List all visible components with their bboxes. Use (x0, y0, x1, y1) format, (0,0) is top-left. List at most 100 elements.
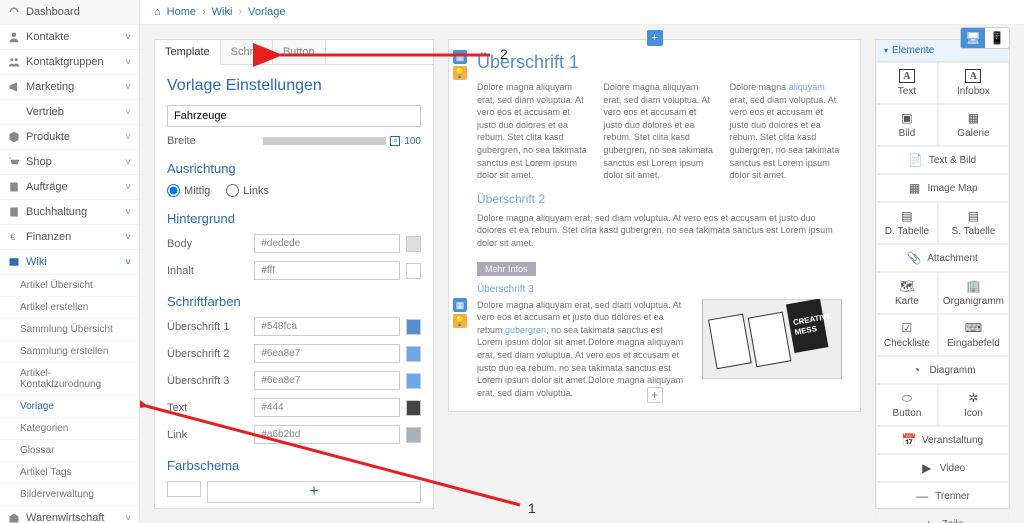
element-s-tabelle[interactable]: ▤S. Tabelle (938, 202, 1009, 244)
inline-link[interactable]: gubergren (505, 325, 546, 335)
element-veranstaltung[interactable]: 📅 Veranstaltung (876, 426, 1009, 454)
scheme-swatch[interactable] (167, 481, 201, 497)
element-bild[interactable]: ▣Bild (876, 104, 938, 146)
element-button[interactable]: ⬭Button (876, 384, 938, 426)
element-label: Bild (899, 128, 916, 139)
user-icon (8, 31, 20, 43)
row-settings-handle[interactable]: 💡 (453, 314, 467, 328)
sidebar-dashboard[interactable]: Dashboard (0, 0, 139, 25)
sub-kategorien[interactable]: Kategorien (0, 418, 139, 440)
sub-artikel-erstellen[interactable]: Artikel erstellen (0, 297, 139, 319)
add-row-bottom[interactable]: + (647, 387, 663, 403)
tab-button[interactable]: Button (273, 40, 326, 64)
element-karte[interactable]: 🗺Karte (876, 272, 938, 314)
element-checkliste[interactable]: ☑Checkliste (876, 314, 938, 356)
color-link-input[interactable] (254, 425, 400, 444)
swatch-body[interactable] (406, 236, 421, 252)
elements-header-label: Elemente (892, 45, 934, 56)
element-label: Video (940, 463, 965, 474)
sub-vorlage[interactable]: Vorlage (0, 396, 139, 418)
sidebar-kontaktgruppen[interactable]: Kontaktgruppen˅ (0, 50, 139, 75)
swatch-text[interactable] (406, 400, 421, 416)
width-slider[interactable]: ▫ 100 (263, 136, 421, 147)
element-icon: 📅 (902, 433, 916, 447)
element-label: Veranstaltung (922, 435, 983, 446)
add-row-top[interactable]: + (647, 30, 663, 46)
element-text-bild[interactable]: 📄Text & Bild (876, 146, 1009, 174)
row-settings-handle[interactable]: 💡 (453, 66, 467, 80)
template-preview: + ▦ 💡 Überschrift 1 Dolore magna aliquya… (448, 39, 861, 412)
sidebar-produkte[interactable]: Produkte˅ (0, 125, 139, 150)
sub-sammlung-uebersicht[interactable]: Sammlung Übersicht (0, 319, 139, 341)
element-icon: ▤ (966, 209, 980, 223)
sidebar-wiki[interactable]: Wiki˅ (0, 250, 139, 275)
bg-body-input[interactable] (254, 234, 400, 253)
swatch-h3[interactable] (406, 373, 421, 389)
swatch-h1[interactable] (406, 319, 421, 335)
gauge-icon (8, 6, 20, 18)
color-text-label: Text (167, 402, 248, 414)
three-column-row: Dolore magna aliquyam erat, sed diam vol… (477, 81, 842, 182)
euro-icon: € (8, 231, 20, 243)
swatch-h2[interactable] (406, 346, 421, 362)
sidebar-auftraege[interactable]: Aufträge ˅ (0, 175, 139, 200)
main-area: ⌂ Home › Wiki › Vorlage 🖥 📱 Template Sch… (140, 0, 1024, 523)
device-mobile[interactable]: 📱 (985, 28, 1009, 48)
element-organigramm[interactable]: 🏢Organigramm (938, 272, 1009, 314)
element-image-map[interactable]: ▦Image Map (876, 174, 1009, 202)
color-h2-input[interactable] (254, 344, 400, 363)
color-h3-label: Überschrift 3 (167, 375, 248, 387)
inline-link[interactable]: aliquyam (789, 82, 825, 92)
template-name-input[interactable] (167, 105, 421, 127)
element-eingabefeld[interactable]: ⌨Eingabefeld (938, 314, 1009, 356)
element-infobox[interactable]: AInfobox (938, 62, 1009, 104)
element-galerie[interactable]: ▦Galerie (938, 104, 1009, 146)
chevron-down-icon: ˅ (125, 257, 131, 268)
element-icon[interactable]: ✲Icon (938, 384, 1009, 426)
row-move-handle[interactable]: ▦ (453, 50, 467, 64)
more-info-button[interactable]: Mehr Infos (477, 262, 536, 276)
tab-schrift[interactable]: Schrift (221, 40, 273, 64)
add-color-scheme[interactable]: + (207, 481, 421, 503)
tab-template[interactable]: Template (155, 40, 221, 65)
chevron-down-icon: ˅ (125, 182, 131, 193)
swatch-inhalt[interactable] (406, 263, 421, 279)
sub-glossar[interactable]: Glossar (0, 440, 139, 462)
sidebar-buchhaltung[interactable]: Buchhaltung˅ (0, 200, 139, 225)
row-move-handle[interactable]: ▦ (453, 298, 467, 312)
sidebar-kontakte[interactable]: Kontakte˅ (0, 25, 139, 50)
home-icon[interactable]: ⌂ (154, 6, 161, 18)
sub-sammlung-erstellen[interactable]: Sammlung erstellen (0, 341, 139, 363)
chevron-down-icon: ˅ (125, 82, 131, 93)
radio-links[interactable]: Links (226, 184, 269, 197)
breadcrumb-wiki[interactable]: Wiki (212, 6, 233, 18)
swatch-link[interactable] (406, 427, 421, 443)
radio-mittig[interactable]: Mittig (167, 184, 210, 197)
sub-artikel-tags[interactable]: Artikel Tags (0, 462, 139, 484)
sidebar-marketing[interactable]: Marketing˅ (0, 75, 139, 100)
color-h1-input[interactable] (254, 317, 400, 336)
color-text-input[interactable] (254, 398, 400, 417)
sidebar-vertrieb[interactable]: Vertrieb˅ (0, 100, 139, 125)
sidebar-label: Aufträge (26, 181, 68, 193)
element-video[interactable]: ▶Video (876, 454, 1009, 482)
sub-artikel-uebersicht[interactable]: Artikel Übersicht (0, 275, 139, 297)
device-desktop[interactable]: 🖥 (961, 28, 985, 48)
color-h3-input[interactable] (254, 371, 400, 390)
sidebar-shop[interactable]: Shop˅ (0, 150, 139, 175)
element-text[interactable]: AText (876, 62, 938, 104)
element-attachment[interactable]: 📎Attachment (876, 244, 1009, 272)
bg-inhalt-input[interactable] (254, 261, 400, 280)
sidebar-label: Warenwirtschaft (26, 512, 104, 523)
sub-artikel-kontaktzuordnung[interactable]: Artikel-Kontaktzurodnung (0, 363, 139, 396)
slider-handle-icon[interactable]: ▫ (390, 136, 400, 146)
sidebar-finanzen[interactable]: €Finanzen˅ (0, 225, 139, 250)
breadcrumb-home[interactable]: Home (167, 6, 196, 18)
sub-bilderverwaltung[interactable]: Bilderverwaltung (0, 484, 139, 506)
element-zeile[interactable]: +Zeile (876, 510, 1009, 523)
element-icon: ▤ (900, 209, 914, 223)
element-trenner[interactable]: —Trenner (876, 482, 1009, 510)
sidebar-warenwirtschaft[interactable]: Warenwirtschaft˅ (0, 506, 139, 523)
element-d-tabelle[interactable]: ▤D. Tabelle (876, 202, 938, 244)
element-diagramm[interactable]: ◔Diagramm (876, 356, 1009, 384)
